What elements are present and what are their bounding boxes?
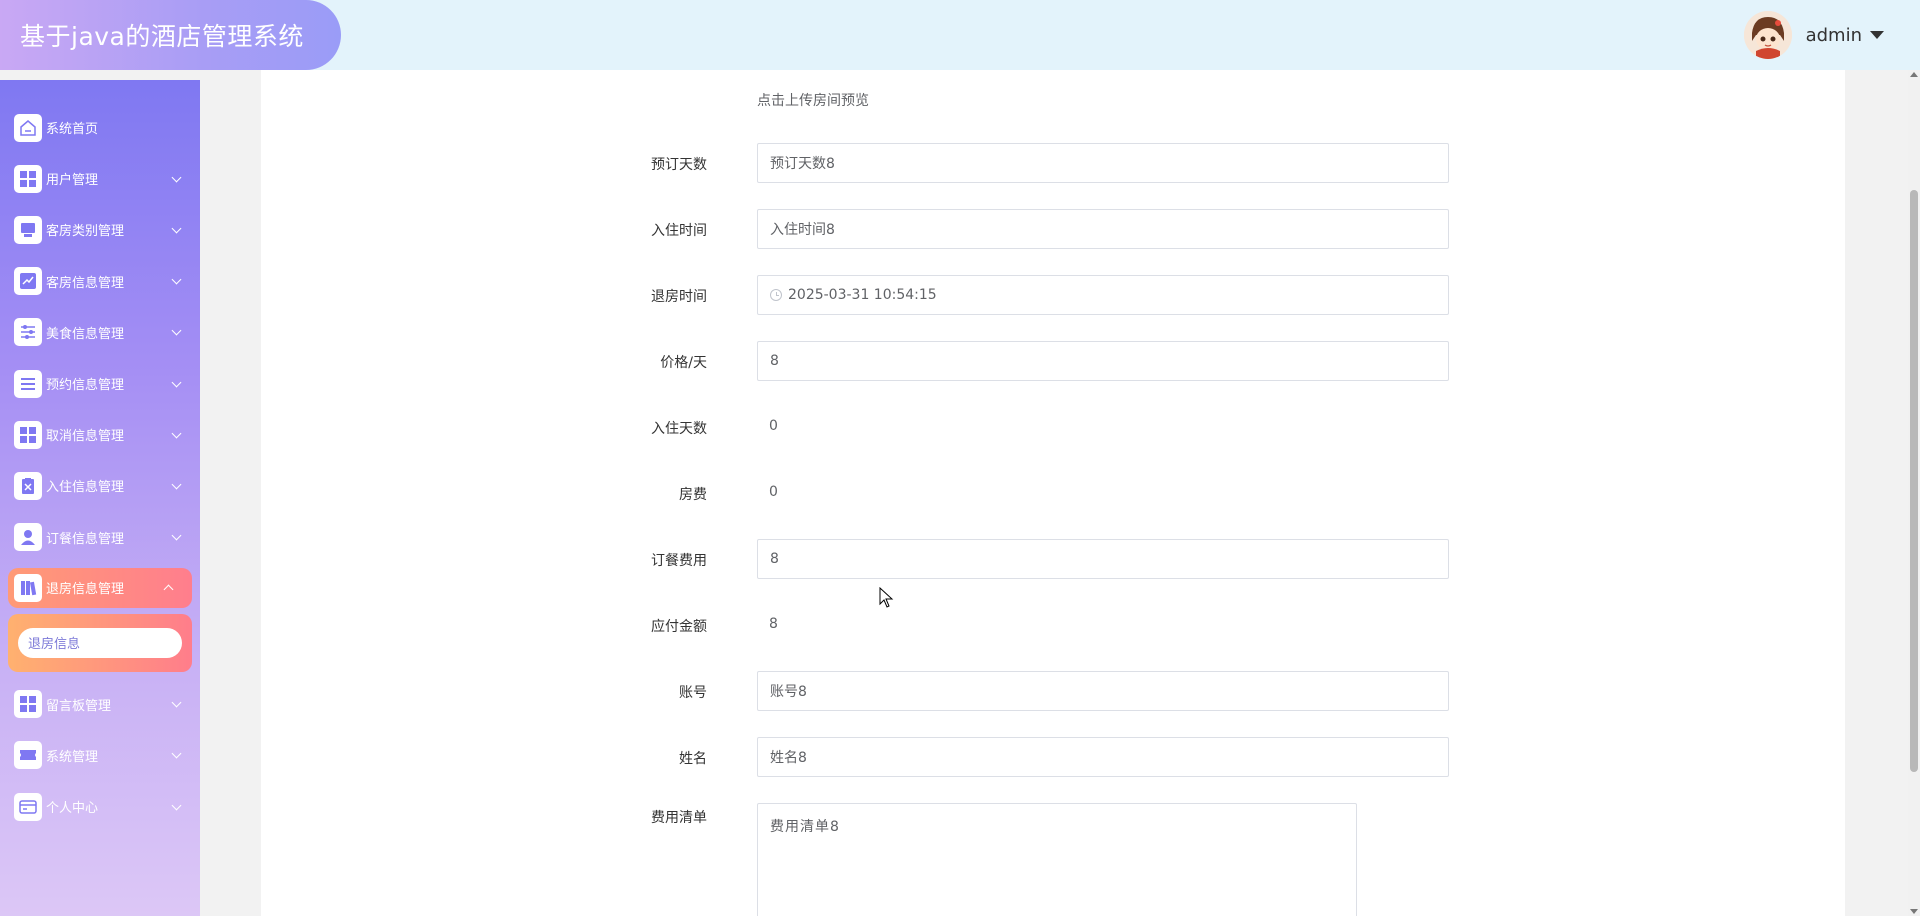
field-label: 退房时间 — [651, 289, 707, 305]
sidebar-item-room-category[interactable]: 客房类别管理 — [0, 204, 200, 255]
field-label: 价格/天 — [660, 355, 707, 371]
sidebar-item-reservation-info[interactable]: 预约信息管理 — [0, 358, 200, 409]
sidebar: 系统首页 用户管理 客房类别管理 客房信息管理 美食信息管理 预约信息管理 取消… — [0, 80, 200, 916]
monitor-icon — [14, 215, 42, 244]
sidebar-item-label: 客房信息管理 — [46, 275, 125, 291]
book-icon — [14, 573, 42, 602]
sidebar-item-label: 取消信息管理 — [46, 429, 125, 445]
grid-icon — [14, 164, 42, 193]
field-label: 入住时间 — [651, 223, 707, 239]
sidebar-item-system[interactable]: 系统管理 — [0, 730, 200, 781]
chevron-down-icon — [171, 479, 182, 490]
sidebar-item-label: 个人中心 — [46, 801, 99, 817]
sidebar-item-meal-order-info[interactable]: 订餐信息管理 — [0, 512, 200, 563]
sidebar-item-label: 退房信息管理 — [46, 582, 125, 598]
account-input[interactable]: 账号8 — [757, 671, 1449, 711]
field-label: 入住天数 — [651, 421, 707, 437]
sliders-icon — [14, 318, 42, 347]
grid-icon — [14, 690, 42, 719]
field-label: 费用清单 — [651, 810, 707, 826]
scroll-up-icon[interactable] — [1910, 72, 1918, 77]
sidebar-item-checkout-info[interactable]: 退房信息管理 — [8, 567, 192, 608]
checkin-time-input[interactable]: 入住时间8 — [757, 209, 1449, 249]
clipboard-icon — [14, 471, 42, 500]
chevron-up-icon — [163, 584, 174, 595]
chevron-down-icon — [171, 530, 182, 541]
price-per-day-input[interactable]: 8 — [757, 341, 1449, 381]
sidebar-item-room-info[interactable]: 客房信息管理 — [0, 256, 200, 307]
sidebar-item-cancel-info[interactable]: 取消信息管理 — [0, 409, 200, 460]
name-input[interactable]: 姓名8 — [757, 737, 1449, 777]
field-label: 姓名 — [679, 751, 707, 767]
submenu-item-checkout-records[interactable]: 退房信息 — [18, 627, 182, 658]
sidebar-item-users[interactable]: 用户管理 — [0, 153, 200, 204]
avatar[interactable] — [1743, 11, 1792, 59]
sidebar-item-message-board[interactable]: 留言板管理 — [0, 679, 200, 730]
field-label: 订餐费用 — [651, 553, 707, 569]
app-title: 基于java的酒店管理系统 — [20, 22, 304, 51]
field-label: 预订天数 — [651, 157, 707, 173]
chevron-down-icon — [171, 172, 182, 183]
chevron-down-icon — [171, 325, 182, 336]
sidebar-item-label: 客房类别管理 — [46, 224, 125, 240]
chevron-down-icon — [171, 800, 182, 811]
scroll-thumb[interactable] — [1910, 190, 1918, 772]
amount-due-value: 8 — [769, 616, 778, 632]
chevron-down-icon — [171, 428, 182, 439]
sidebar-item-label: 系统管理 — [46, 749, 99, 765]
user-name[interactable]: admin — [1806, 25, 1862, 46]
ticket-icon — [14, 741, 42, 770]
sidebar-item-label: 留言板管理 — [46, 698, 112, 714]
sidebar-item-label: 用户管理 — [46, 173, 99, 189]
checkout-time-picker[interactable]: 2025-03-31 10:54:15 — [757, 275, 1449, 315]
sidebar-item-food-info[interactable]: 美食信息管理 — [0, 307, 200, 358]
booking-days-input[interactable]: 预订天数8 — [757, 143, 1449, 183]
sidebar-item-label: 入住信息管理 — [46, 480, 125, 496]
sidebar-item-label: 预约信息管理 — [46, 378, 125, 394]
submenu-checkout: 退房信息 — [8, 613, 192, 672]
home-icon — [14, 113, 42, 142]
stay-days-value: 0 — [769, 418, 778, 434]
chart-icon — [14, 267, 42, 296]
chevron-down-icon — [171, 377, 182, 387]
card-icon — [14, 792, 42, 821]
list-icon — [14, 369, 42, 398]
form-card: 点击上传房间预览 预订天数 预订天数8 入住时间 入住时间8 退房时间 2025… — [261, 70, 1845, 916]
user-menu[interactable]: admin — [1743, 11, 1884, 59]
chevron-down-icon — [171, 697, 182, 708]
vertical-scrollbar[interactable] — [1908, 70, 1920, 916]
field-label: 房费 — [679, 487, 707, 503]
top-header: 基于java的酒店管理系统 admin — [0, 0, 1920, 70]
user-icon — [14, 523, 42, 552]
sidebar-item-home[interactable]: 系统首页 — [0, 102, 200, 153]
chevron-down-icon — [171, 749, 182, 759]
sidebar-item-checkin-info[interactable]: 入住信息管理 — [0, 460, 200, 511]
brand-banner: 基于java的酒店管理系统 — [0, 0, 341, 70]
clock-icon — [770, 289, 782, 301]
sidebar-item-label: 订餐信息管理 — [46, 531, 125, 547]
fee-list-textarea[interactable]: 费用清单8 — [757, 803, 1357, 916]
field-label: 账号 — [679, 685, 707, 701]
upload-hint[interactable]: 点击上传房间预览 — [757, 90, 869, 110]
mouse-cursor-icon — [879, 587, 894, 608]
sidebar-item-label: 系统首页 — [46, 122, 99, 138]
meal-fee-input[interactable]: 8 — [757, 539, 1449, 579]
room-fee-value: 0 — [769, 484, 778, 500]
field-label: 应付金额 — [651, 619, 707, 635]
sidebar-item-personal-center[interactable]: 个人中心 — [0, 781, 200, 832]
scroll-down-icon[interactable] — [1910, 909, 1918, 914]
grid-icon — [14, 420, 42, 449]
checkout-time-value: 2025-03-31 10:54:15 — [788, 287, 937, 303]
chevron-down-icon — [171, 274, 182, 285]
chevron-down-icon — [171, 223, 182, 234]
sidebar-item-label: 美食信息管理 — [46, 326, 125, 342]
caret-down-icon[interactable] — [1870, 31, 1884, 39]
